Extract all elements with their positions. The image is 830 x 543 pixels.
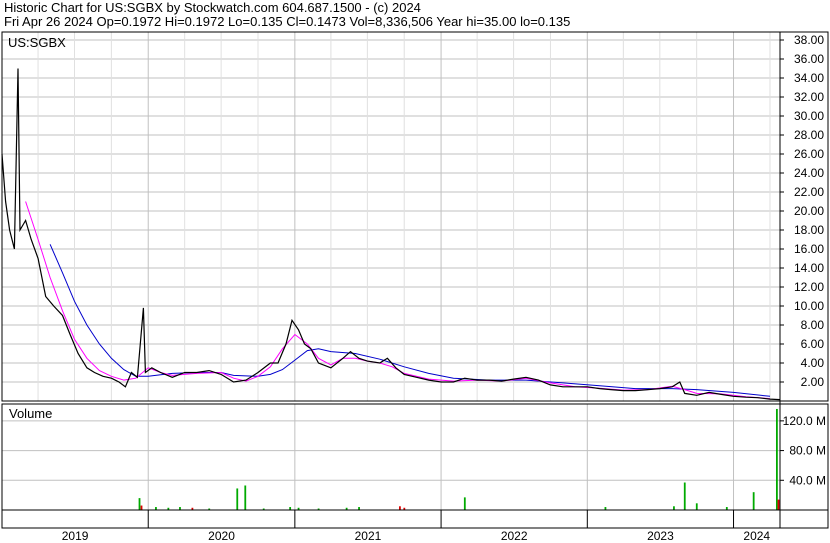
chart-frame — [1, 31, 829, 529]
volume-bar — [244, 485, 247, 510]
volume-bar — [683, 482, 686, 510]
price-tick-label: 6.00 — [801, 337, 825, 351]
volume-bar — [399, 506, 401, 510]
volume-bar — [752, 492, 755, 510]
volume-bar — [463, 497, 466, 510]
price-tick-label: 36.00 — [794, 52, 824, 66]
volume-tick-label: 40.0 M — [789, 473, 826, 487]
volume-bar — [695, 503, 698, 510]
price-tick-label: 16.00 — [794, 242, 824, 256]
price-tick-label: 24.00 — [794, 166, 824, 180]
volume-bar — [138, 498, 141, 510]
year-label: 2021 — [355, 529, 382, 543]
volume-bar — [777, 499, 780, 510]
price-tick-label: 12.00 — [794, 280, 824, 294]
volume-bar — [140, 505, 143, 510]
year-label: 2022 — [501, 529, 528, 543]
price-tick-label: 26.00 — [794, 147, 824, 161]
price-axis: 2.00 4.00 6.00 8.00 10.00 12.00 14.00 16.00 18.0… — [780, 33, 824, 389]
price-tick-label: 34.00 — [794, 71, 824, 85]
price-tick-label: 4.00 — [801, 356, 825, 370]
volume-bar — [775, 408, 778, 510]
price-series — [1, 68, 781, 401]
volume-bars — [138, 408, 780, 510]
price-tick-label: 18.00 — [794, 223, 824, 237]
close-line — [1, 68, 781, 401]
year-label: 2020 — [208, 529, 235, 543]
price-pane-border — [1, 31, 829, 402]
price-tick-label: 28.00 — [794, 128, 824, 142]
stock-chart: 2.00 4.00 6.00 8.00 10.00 12.00 14.00 16.00 18.0… — [1, 31, 829, 543]
volume-axis: 40.0 M 80.0 M 120.0 M — [780, 414, 826, 487]
time-axis-border — [1, 509, 829, 529]
volume-pane-label: Volume — [9, 406, 53, 421]
year-label: 2019 — [62, 529, 89, 543]
price-tick-label: 14.00 — [794, 261, 824, 275]
price-tick-label: 30.00 — [794, 109, 824, 123]
price-tick-label: 10.00 — [794, 299, 824, 313]
volume-bar — [673, 506, 675, 510]
year-label: 2023 — [647, 529, 674, 543]
price-tick-label: 2.00 — [801, 375, 825, 389]
symbol-label: US:SGBX — [8, 35, 66, 50]
ma_long-line — [49, 244, 771, 397]
price-tick-label: 32.00 — [794, 90, 824, 104]
year-label: 2024 — [743, 529, 770, 543]
volume-bar — [236, 488, 239, 510]
time-axis: 2019 2020 2021 2022 2023 2024 — [62, 510, 770, 543]
volume-tick-label: 120.0 M — [783, 414, 826, 428]
price-tick-label: 8.00 — [801, 318, 825, 332]
price-tick-label: 20.00 — [794, 204, 824, 218]
price-tick-label: 38.00 — [794, 33, 824, 47]
volume-pane-border — [1, 403, 829, 511]
volume-tick-label: 80.0 M — [789, 444, 826, 458]
price-tick-label: 22.00 — [794, 185, 824, 199]
grid-lines — [2, 32, 780, 510]
